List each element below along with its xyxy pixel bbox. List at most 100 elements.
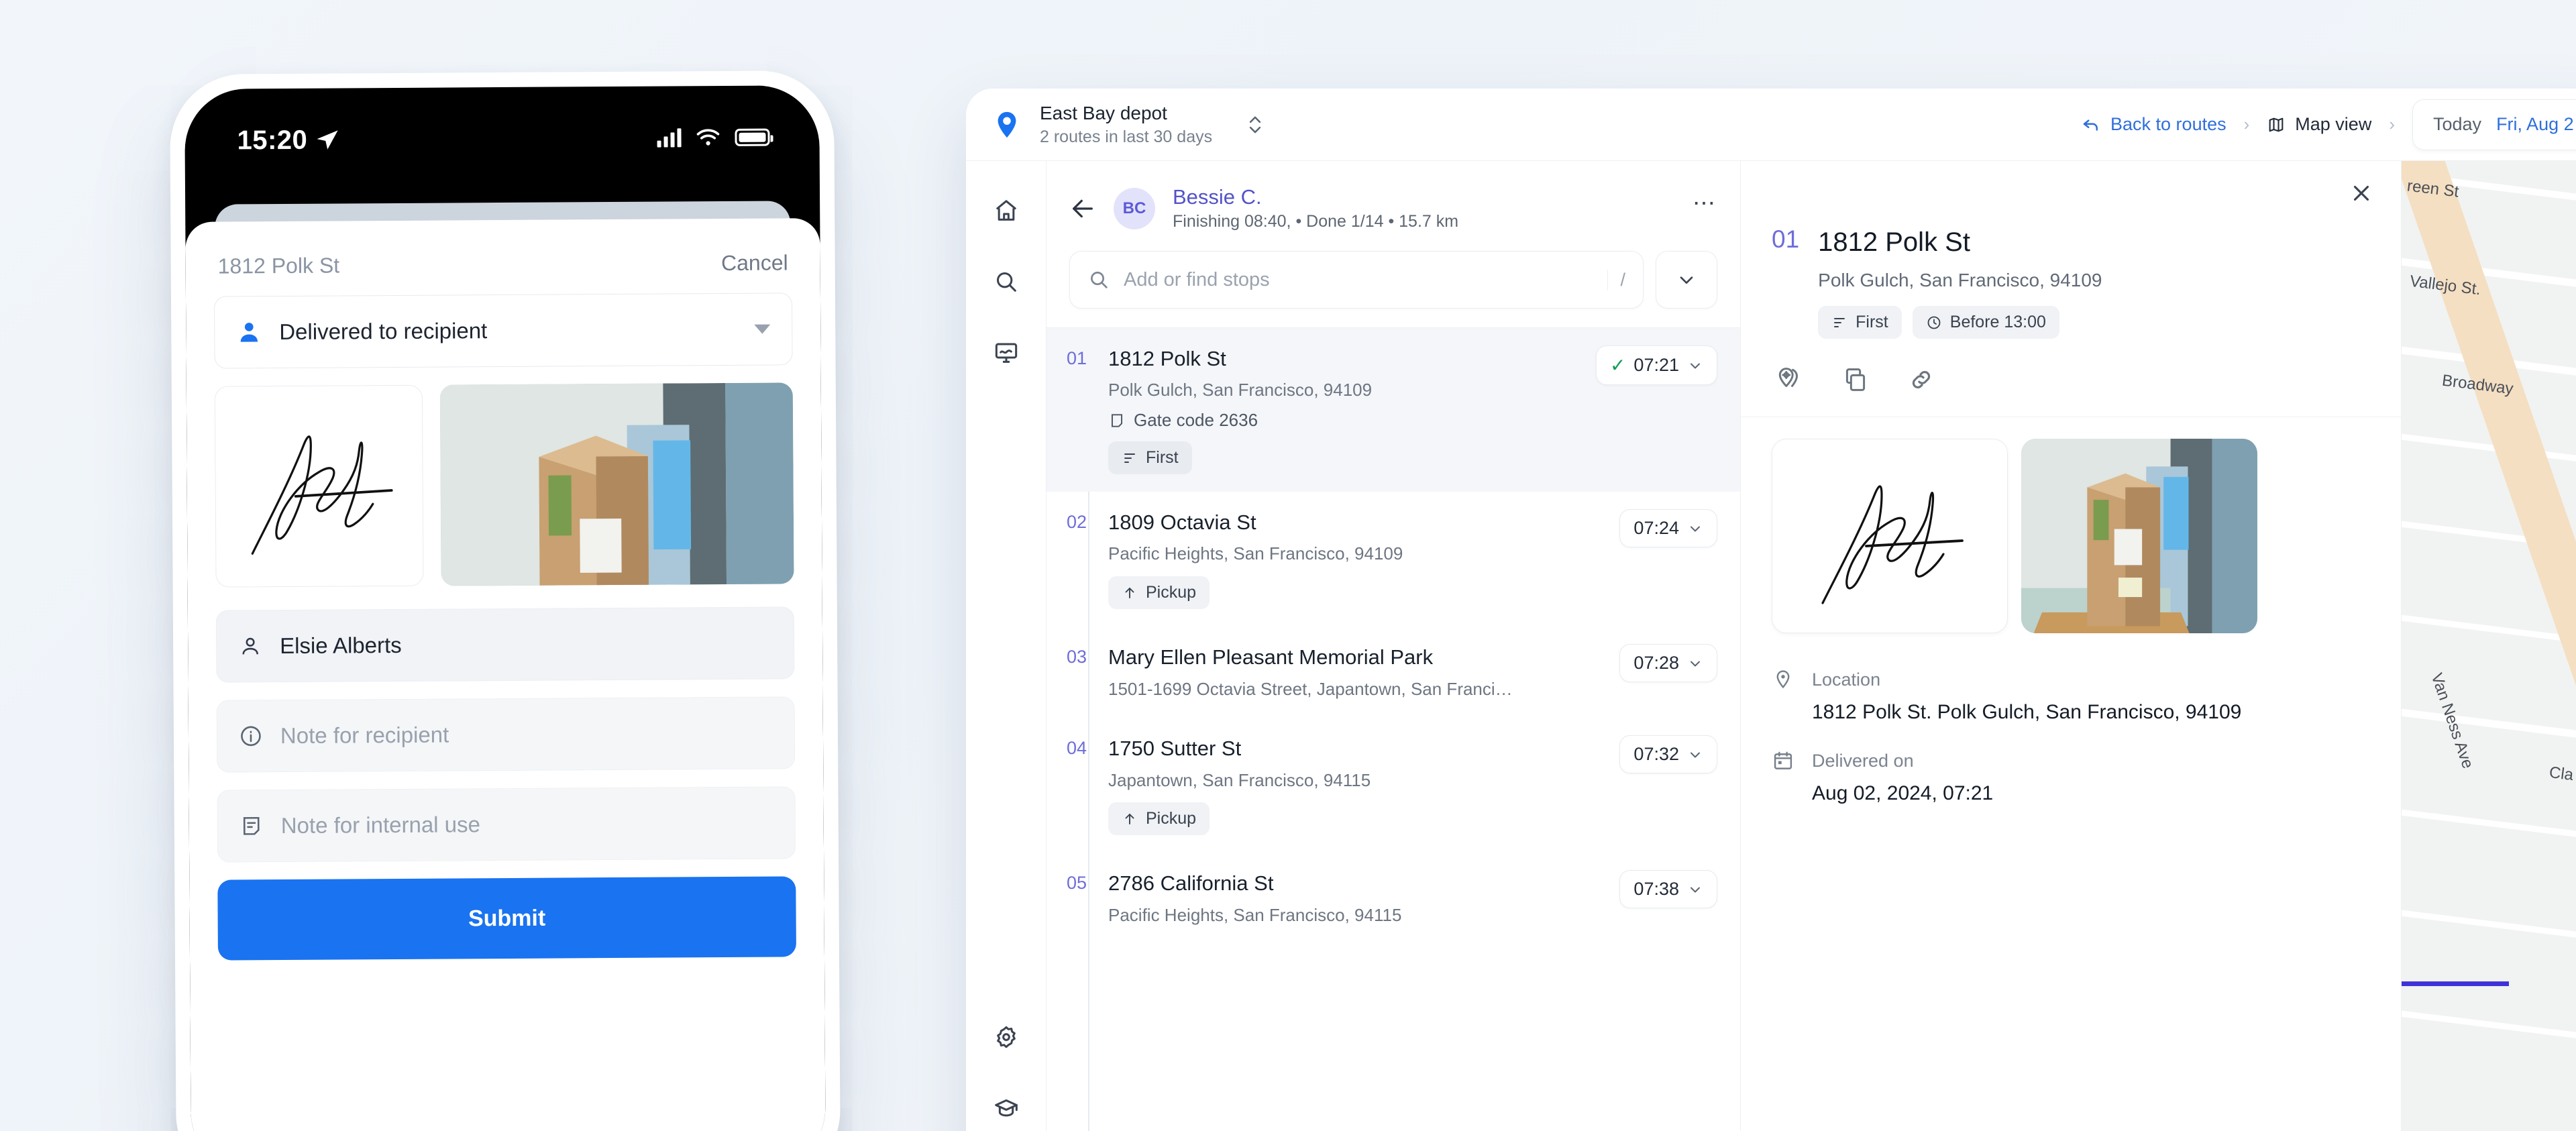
app-body: BC Bessie C. Finishing 08:40, • Done 1/1… (966, 161, 2576, 1131)
table-row[interactable]: 02 1809 Octavia St Pacific Heights, San … (1046, 492, 1740, 627)
driver-meta: Finishing 08:40, • Done 1/14 • 15.7 km (1173, 212, 1459, 231)
delivery-status-value: Delivered to recipient (279, 318, 488, 345)
stop-note-label: Gate code 2636 (1134, 410, 1258, 431)
status-badge: Pickup (1108, 576, 1210, 610)
sidebar-item-learning[interactable] (982, 1084, 1030, 1131)
check-icon: ✓ (1609, 355, 1626, 376)
breadcrumb-separator-1: › (2243, 114, 2250, 134)
stop-address: Japantown, San Francisco, 94115 (1108, 769, 1371, 790)
signature-image (251, 435, 393, 555)
pin-stack-icon[interactable] (1776, 366, 1804, 394)
chevron-down-icon (1687, 881, 1703, 898)
status-time-label: 15:20 (237, 125, 308, 155)
ellipsis-icon[interactable]: ⋯ (1693, 190, 1717, 227)
back-arrow-icon (2081, 115, 2101, 135)
search-icon (1087, 268, 1110, 291)
table-row[interactable]: 03 Mary Ellen Pleasant Memorial Park 150… (1046, 627, 1740, 718)
stop-tags: Pickup (1108, 802, 1619, 836)
stop-time-pill[interactable]: ✓ 07:21 (1595, 345, 1717, 386)
sheet-title: 1812 Polk St (217, 253, 340, 278)
detail-action-bar (1741, 339, 2401, 417)
status-badge-label: Pickup (1146, 809, 1197, 828)
copy-icon[interactable] (1841, 366, 1870, 394)
link-icon[interactable] (1907, 366, 1935, 394)
detail-info-location-label: Location (1812, 669, 1881, 690)
chevron-down-icon (754, 324, 771, 334)
chevron-down-icon (1687, 655, 1703, 671)
package-on-doormat-photo (439, 382, 794, 586)
detail-info-delivered-value: Aug 02, 2024, 07:21 (1812, 782, 1994, 805)
chevron-down-icon (1687, 358, 1703, 374)
note-for-internal-field[interactable]: Note for internal use (217, 786, 796, 863)
stops-filter-button[interactable] (1656, 251, 1717, 309)
map-view-link[interactable]: Map view (2267, 114, 2371, 135)
detail-panel-top (1741, 161, 2401, 225)
stop-time-label: 07:21 (1633, 355, 1679, 376)
stop-number: 03 (1067, 647, 1087, 667)
search-input[interactable]: Add or find stops / (1069, 251, 1644, 309)
stop-address: Polk Gulch, San Francisco, 94109 (1108, 380, 1373, 400)
date-label: Fri, Aug 2 Rou (2496, 114, 2576, 134)
stop-list[interactable]: 01 1812 Polk St Polk Gulch, San Francisc… (1046, 328, 1740, 1131)
time-window-badge: Before 13:00 (1912, 306, 2059, 339)
stop-title: 2786 California St (1108, 871, 1274, 896)
stop-title: 1809 Octavia St (1108, 510, 1256, 535)
detail-tags: First Before 13:00 (1818, 306, 2102, 339)
stop-tags: Pickup (1108, 576, 1619, 610)
status-badge-label: First (1146, 448, 1179, 468)
note-for-recipient-field[interactable]: Note for recipient (216, 696, 796, 773)
stop-time-pill[interactable]: 07:24 (1619, 509, 1717, 548)
note-icon (239, 814, 264, 838)
detail-info-location-text: Location 1812 Polk St. Polk Gulch, San F… (1812, 668, 2241, 726)
avatar[interactable]: BC (1114, 188, 1155, 230)
close-icon[interactable] (2349, 180, 2374, 206)
detail-header: 01 1812 Polk St Polk Gulch, San Francisc… (1741, 225, 2401, 339)
note-for-internal-placeholder: Note for internal use (280, 812, 481, 839)
status-badge-label: Pickup (1146, 583, 1197, 602)
sidebar-item-dashboard[interactable] (982, 329, 1030, 377)
map-panel[interactable]: reen St Vallejo St. Broadway Van Ness Av… (2402, 161, 2576, 1131)
sidebar-item-search[interactable] (982, 258, 1030, 306)
sidebar-item-home[interactable] (982, 186, 1030, 235)
info-circle-icon (239, 724, 263, 748)
sequence-icon (1122, 450, 1138, 466)
navigation-arrow-icon (317, 128, 339, 151)
stop-address: Pacific Heights, San Francisco, 94109 (1108, 543, 1403, 564)
time-window-label: Before 13:00 (1949, 313, 2046, 331)
date-selector-chip[interactable]: Today Fri, Aug 2 Rou (2412, 99, 2576, 150)
back-arrow-icon[interactable] (1069, 195, 1096, 222)
signature-card[interactable] (1772, 439, 2008, 633)
depot-switcher[interactable]: East Bay depot 2 routes in last 30 days (966, 89, 1328, 160)
search-shortcut-hint: / (1607, 269, 1625, 290)
table-row[interactable]: 01 1812 Polk St Polk Gulch, San Francisc… (1046, 328, 1740, 492)
delivery-photo[interactable] (439, 382, 794, 586)
recipient-name-field[interactable]: Elsie Alberts (215, 606, 795, 683)
depot-name: East Bay depot (1040, 102, 1167, 123)
stop-number: 05 (1067, 873, 1087, 894)
table-row[interactable]: 05 2786 California St Pacific Heights, S… (1046, 853, 1740, 944)
status-badge-label: First (1856, 313, 1888, 331)
cancel-button[interactable]: Cancel (721, 250, 788, 276)
stop-time-pill[interactable]: 07:32 (1619, 735, 1717, 774)
stop-address: Pacific Heights, San Francisco, 94115 (1108, 904, 1402, 925)
stop-time-pill[interactable]: 07:28 (1619, 644, 1717, 683)
person-outline-icon (238, 634, 262, 658)
signature-card[interactable] (214, 384, 424, 588)
detail-proof-row (1741, 417, 2401, 651)
search-row: Add or find stops / (1046, 240, 1740, 329)
submit-button[interactable]: Submit (217, 876, 796, 961)
search-placeholder: Add or find stops (1124, 268, 1270, 290)
sidebar-item-settings[interactable] (982, 1013, 1030, 1061)
delivery-photo[interactable] (2021, 439, 2257, 633)
cellular-bars-icon (657, 128, 682, 148)
back-to-routes-link[interactable]: Back to routes (2081, 114, 2226, 135)
delivery-status-select[interactable]: Delivered to recipient (213, 292, 793, 369)
stop-time-pill[interactable]: 07:38 (1619, 870, 1717, 909)
detail-info-location-value: 1812 Polk St. Polk Gulch, San Francisco,… (1812, 701, 2242, 724)
stop-time-label: 07:24 (1633, 518, 1679, 539)
chevron-updown-icon[interactable] (1247, 113, 1263, 137)
map-view-label: Map view (2295, 114, 2372, 134)
table-row[interactable]: 04 1750 Sutter St Japantown, San Francis… (1046, 718, 1740, 853)
map-book-icon (2267, 115, 2286, 134)
map-pin-icon (991, 109, 1022, 140)
